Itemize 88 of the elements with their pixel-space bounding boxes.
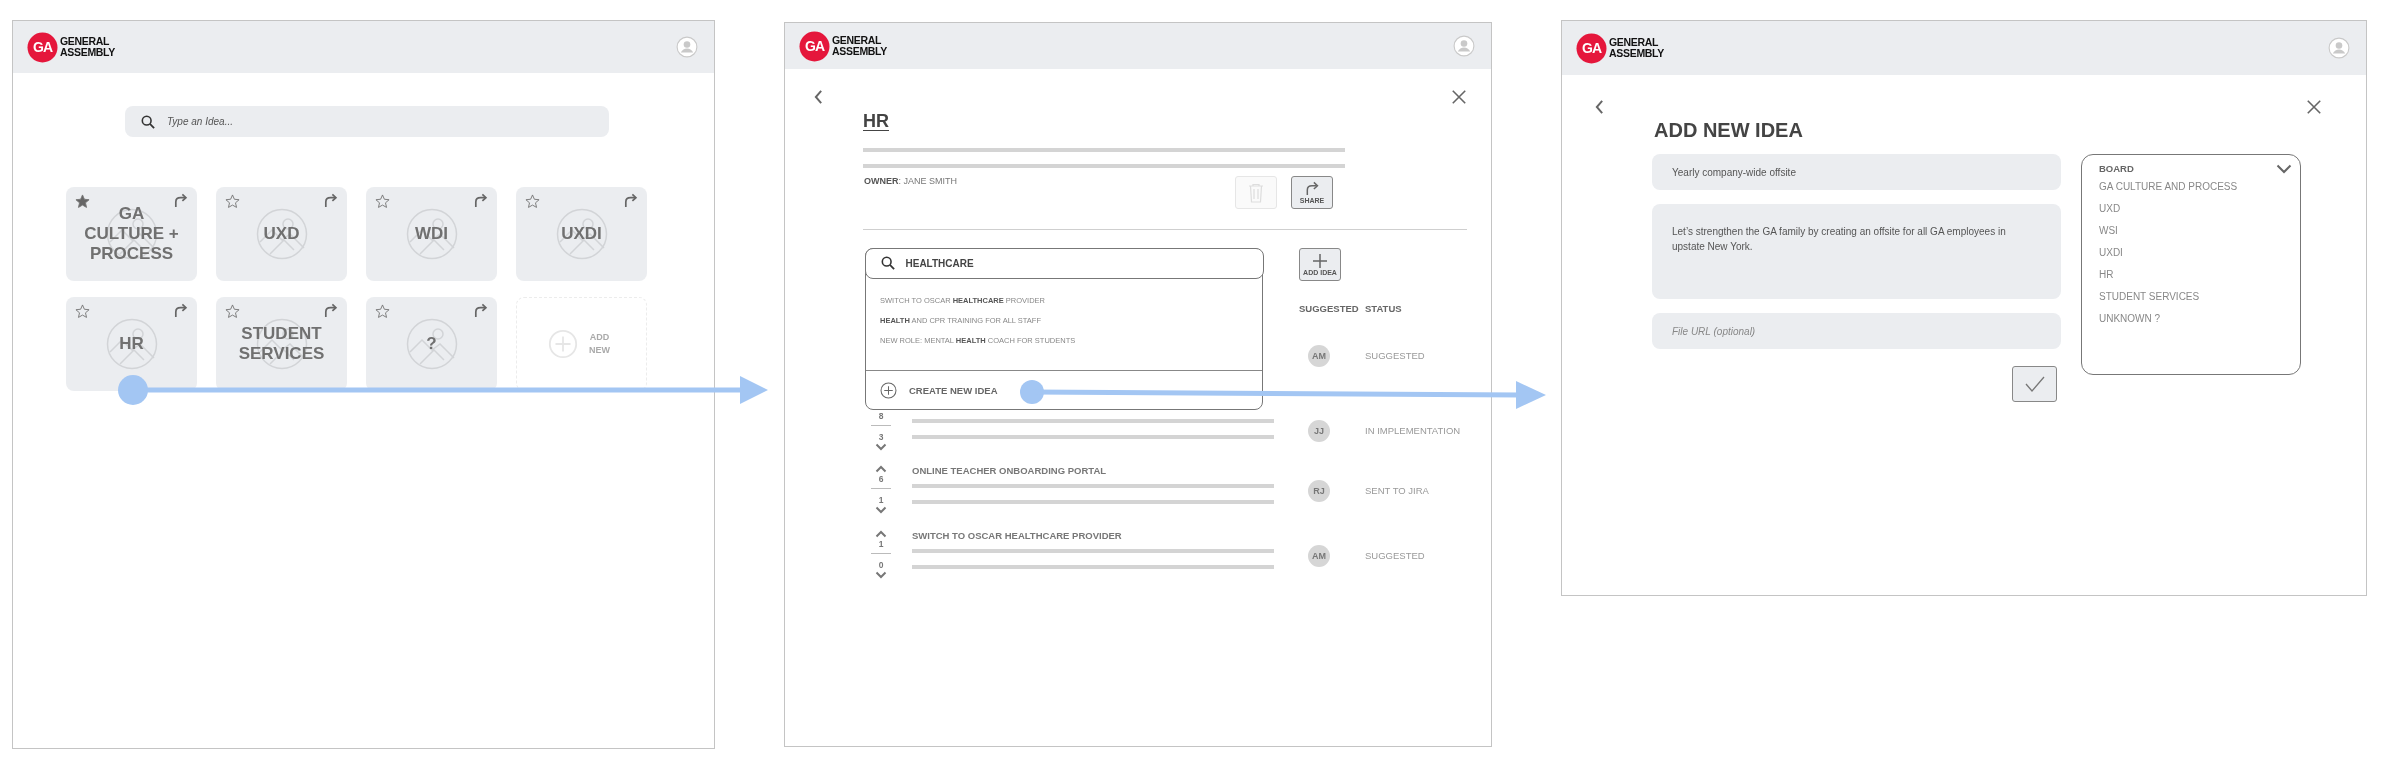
status-label: SUGGESTED [1365, 350, 1426, 361]
downvote-icon[interactable] [875, 443, 887, 451]
board-name: ? [426, 334, 437, 354]
downvote-count: 3 [878, 431, 884, 443]
upvote-count: 1 [878, 538, 884, 550]
upvote-count: 6 [878, 473, 884, 485]
logo-badge: GA [1578, 34, 1605, 62]
idea-name-field[interactable]: Yearly company-wide offsite [1652, 154, 2061, 190]
trash-icon [1248, 182, 1264, 203]
user-initials: JJ [1308, 419, 1330, 442]
share-icon[interactable] [173, 193, 188, 208]
star-icon[interactable] [225, 194, 240, 209]
back-icon[interactable] [1594, 99, 1605, 115]
board-card[interactable]: ? [366, 297, 497, 391]
idea-search-field[interactable]: HEALTHCARE [864, 247, 1264, 279]
board-option[interactable]: UXDI [2099, 247, 2292, 258]
downvote-icon[interactable] [875, 506, 887, 514]
search-field[interactable]: Type an Idea... [125, 106, 609, 137]
downvote-icon[interactable] [875, 571, 887, 579]
share-icon[interactable] [323, 193, 338, 208]
star-icon[interactable] [75, 304, 90, 319]
board-card[interactable]: UXD [216, 187, 347, 281]
chevron-down-icon[interactable] [2276, 163, 2292, 174]
upvote-count: 8 [878, 410, 884, 422]
board-option[interactable]: HR [2099, 269, 2292, 280]
description-field[interactable]: Let’s strengthen the GA family by creating an offsite for all GA employees in upstate New York. [1652, 204, 2061, 299]
idea-title[interactable]: ONLINE TEACHER ONBOARDING PORTAL [912, 465, 1263, 476]
board-card[interactable]: STUDENT SERVICES [216, 297, 347, 391]
board-option[interactable]: UNKNOWN ? [2099, 313, 2292, 324]
board-card[interactable]: GA CULTURE + PROCESS [66, 187, 197, 281]
board-name: UXDI [561, 224, 602, 244]
board-option[interactable]: STUDENT SERVICES [2099, 291, 2292, 302]
upvote-icon[interactable] [875, 530, 887, 538]
logo-badge: GA [801, 32, 828, 60]
status-label: SUGGESTED [1365, 550, 1426, 561]
logo-wordmark: GENERAL ASSEMBLY [60, 36, 115, 58]
plus-icon [1313, 253, 1327, 268]
downvote-count: 1 [878, 494, 884, 506]
board-card[interactable]: HR [66, 297, 197, 391]
logo-wordmark: GENERAL ASSEMBLY [1609, 37, 1664, 59]
star-icon[interactable] [225, 304, 240, 319]
column-header: SUGGESTED [1299, 303, 1360, 314]
board-card[interactable]: WDI [366, 187, 497, 281]
user-initials: AM [1308, 544, 1330, 567]
board-label: BOARD [2099, 163, 2134, 174]
board-name: GA CULTURE + PROCESS [83, 204, 180, 264]
logo-wordmark: GENERAL ASSEMBLY [832, 35, 887, 57]
add-new-label: ADD NEW [588, 331, 611, 357]
upvote-icon[interactable] [875, 465, 887, 473]
board-name: UXD [263, 224, 300, 244]
share-icon[interactable] [623, 193, 638, 208]
page-title: ADD NEW IDEA [1654, 119, 1804, 142]
file-url-field[interactable]: File URL (optional) [1652, 313, 2061, 349]
board-option[interactable]: UXD [2099, 203, 2292, 214]
owner-text: OWNER: JANE SMITH [864, 176, 957, 186]
star-icon[interactable] [375, 304, 390, 319]
star-icon[interactable] [525, 194, 540, 209]
share-icon[interactable] [473, 193, 488, 208]
share-icon[interactable] [173, 303, 188, 318]
close-icon[interactable] [1451, 89, 1467, 105]
board-picker[interactable]: BOARD GA CULTURE AND PROCESS UXD WSI UXDI HR STUDENT SERVICES UNKNOWN ? [2081, 154, 2301, 375]
back-icon[interactable] [813, 89, 824, 105]
logo-badge: GA [29, 33, 56, 61]
board-title: HR [863, 111, 889, 132]
create-idea-label: CREATE NEW IDEA [909, 384, 998, 396]
status-label: IN IMPLEMENTATION [1365, 425, 1462, 436]
plus-icon [547, 329, 578, 359]
user-initials: AM [1308, 345, 1330, 367]
idea-title[interactable]: SWITCH TO OSCAR HEALTHCARE PROVIDER [912, 530, 1263, 541]
board-name: STUDENT SERVICES [237, 324, 326, 364]
column-header: STATUS [1365, 303, 1403, 314]
plus-icon [880, 381, 897, 399]
board-option[interactable]: WSI [2099, 225, 2292, 236]
share-icon[interactable] [323, 303, 338, 318]
status-label: SENT TO JIRA [1365, 485, 1430, 496]
share-icon[interactable] [473, 303, 488, 318]
star-icon[interactable] [375, 194, 390, 209]
board-option[interactable]: GA CULTURE AND PROCESS [2099, 181, 2292, 192]
board-card[interactable]: UXDI [516, 187, 647, 281]
downvote-count: 0 [878, 559, 884, 571]
close-icon[interactable] [2306, 99, 2322, 115]
board-name: HR [119, 334, 144, 354]
star-icon[interactable] [75, 194, 90, 209]
user-initials: RJ [1308, 479, 1330, 502]
submit-button[interactable] [2012, 366, 2057, 402]
board-name: WDI [414, 224, 448, 244]
share-icon [1304, 181, 1320, 196]
check-icon [2023, 375, 2046, 393]
